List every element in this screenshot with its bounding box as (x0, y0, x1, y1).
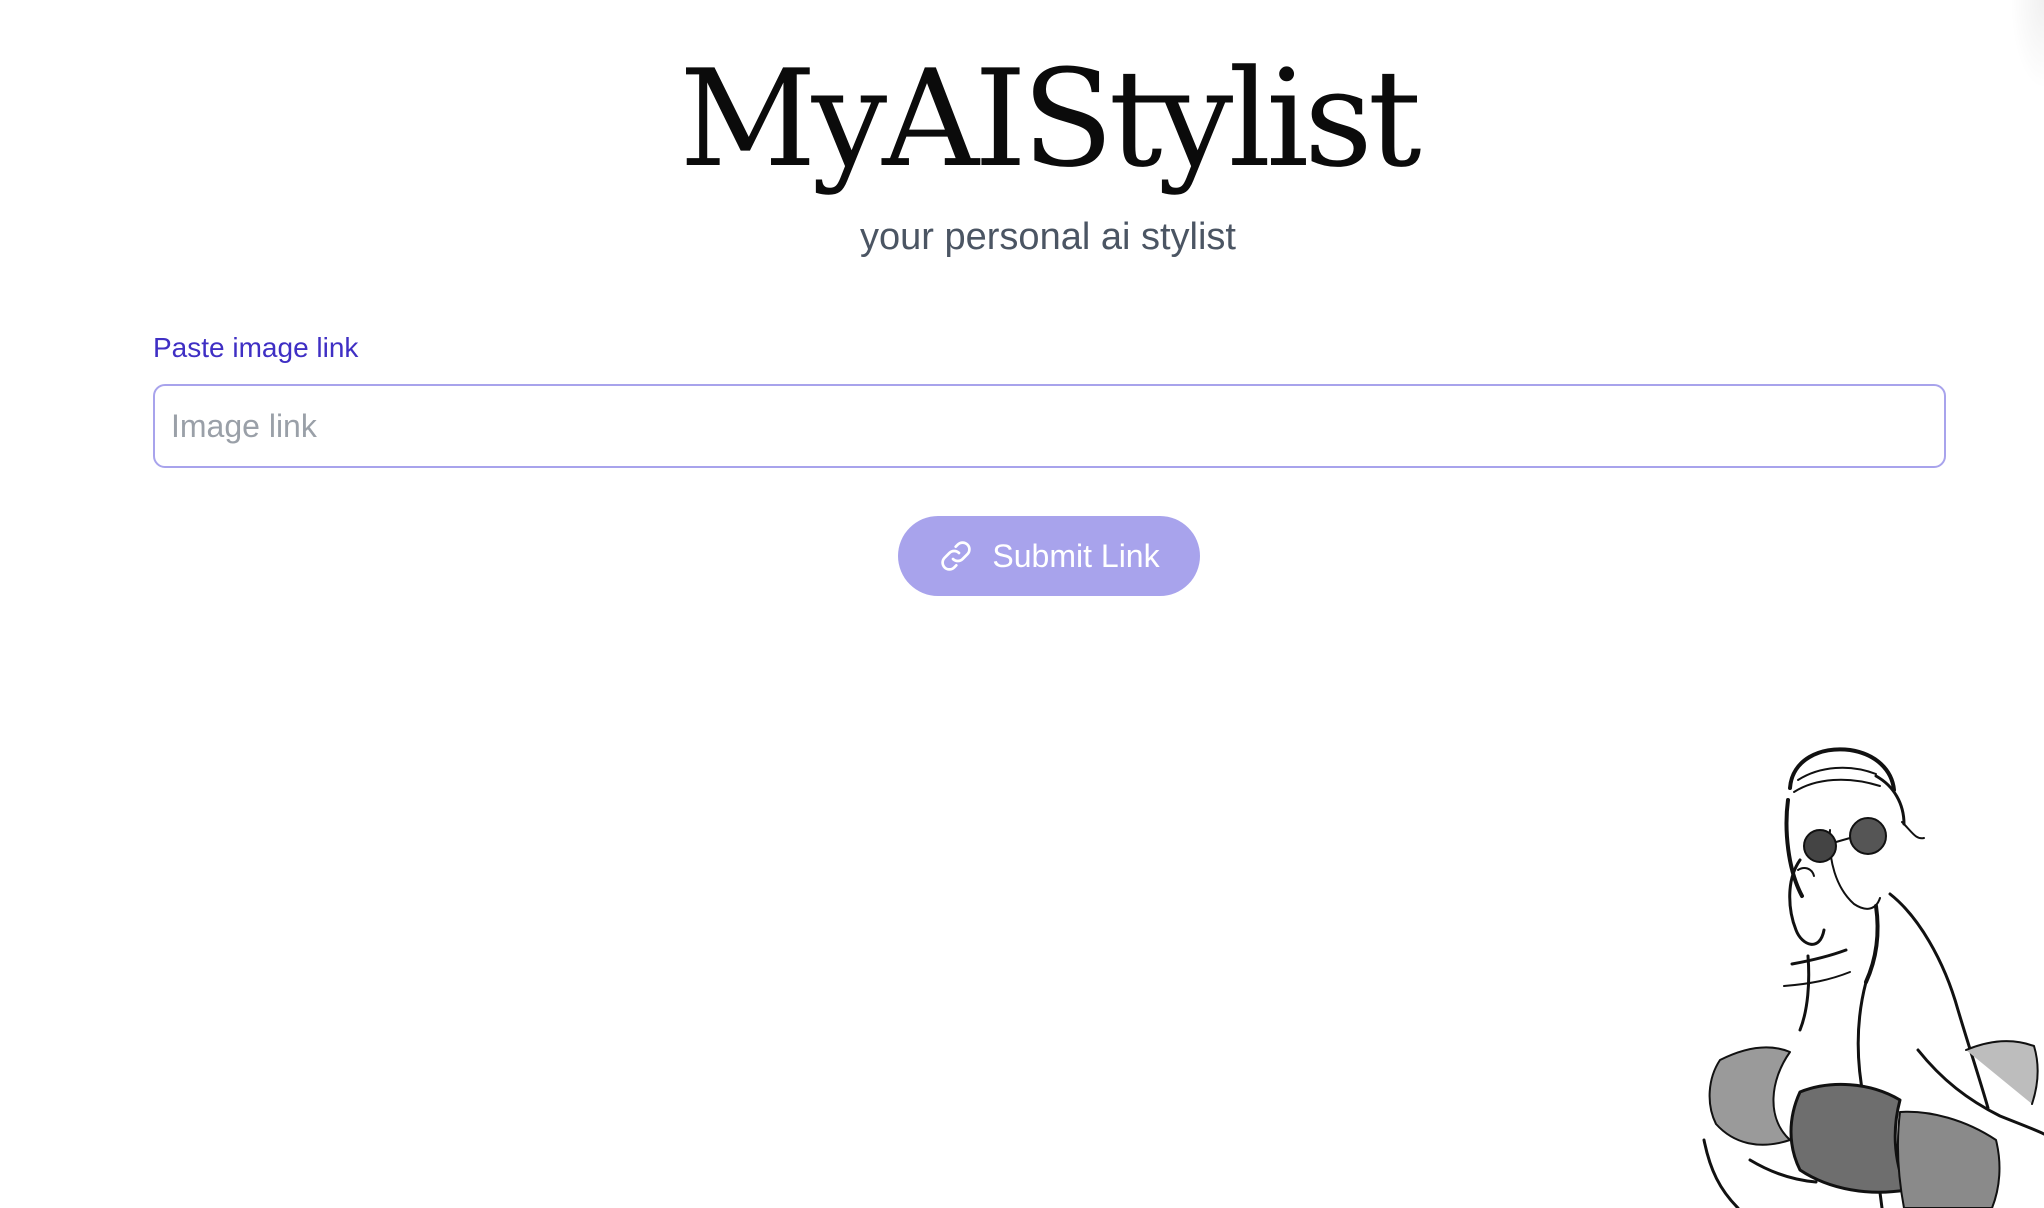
link-icon (938, 538, 974, 574)
image-link-input[interactable] (153, 384, 1946, 468)
submit-link-button[interactable]: Submit Link (898, 516, 1200, 596)
app-subtitle: your personal ai stylist (860, 216, 1236, 258)
image-link-label: Paste image link (153, 332, 359, 363)
page: MyAIStylist your personal ai stylist Pas… (0, 0, 2044, 1208)
fashion-sketch-illustration (1680, 720, 2044, 1208)
submit-link-label: Submit Link (992, 537, 1160, 574)
app-title: MyAIStylist (679, 41, 1421, 197)
